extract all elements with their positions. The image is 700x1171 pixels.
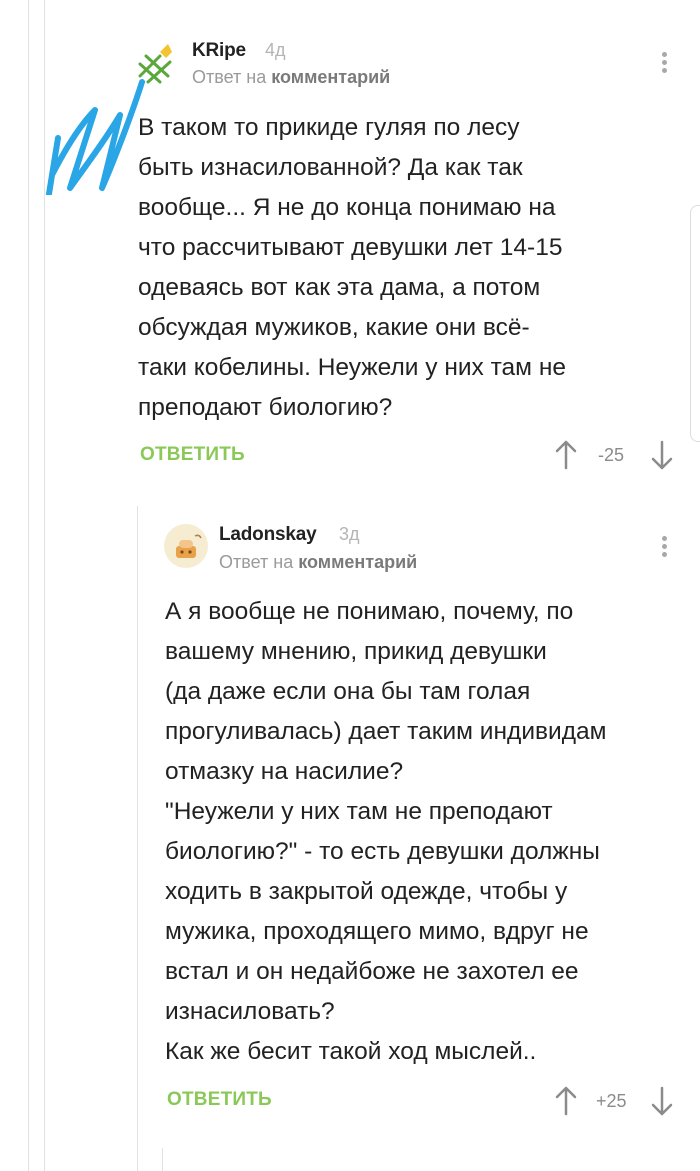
comment-author[interactable]: KRipe bbox=[192, 40, 246, 62]
reply-to-link[interactable]: комментарий bbox=[271, 67, 390, 87]
arrow-down-icon[interactable] bbox=[650, 440, 674, 470]
reply-to-link[interactable]: комментарий bbox=[298, 552, 417, 572]
avatar-ladonskay[interactable] bbox=[164, 524, 208, 568]
more-vertical-icon[interactable] bbox=[660, 536, 668, 560]
more-vertical-icon[interactable] bbox=[660, 52, 668, 76]
rating-value: -25 bbox=[598, 445, 625, 465]
reply-to-line: Ответ на комментарий bbox=[219, 552, 417, 573]
comment-age: 3д bbox=[339, 524, 360, 544]
reply-to-prefix: Ответ на bbox=[192, 67, 267, 87]
comment-kripe: KRipe 4д Ответ на комментарий В таком то… bbox=[0, 0, 700, 480]
reply-button[interactable]: ОТВЕТИТЬ bbox=[167, 1089, 272, 1111]
comment-ladonskay: Ladonskay 3д Ответ на комментарий А я во… bbox=[0, 500, 700, 1140]
arrow-up-icon[interactable] bbox=[554, 1086, 578, 1116]
reply-to-line: Ответ на комментарий bbox=[192, 67, 390, 88]
reply-to-prefix: Ответ на bbox=[219, 552, 294, 572]
arrow-down-icon[interactable] bbox=[650, 1086, 674, 1116]
comment-text: В таком то прикиде гуляя по лесу быть из… bbox=[138, 114, 566, 421]
reply-button[interactable]: ОТВЕТИТЬ bbox=[140, 444, 245, 466]
comment-author[interactable]: Ladonskay bbox=[219, 524, 317, 546]
comment-text: А я вообще не понимаю, почему, по вашему… bbox=[165, 598, 607, 1065]
rating-value: +25 bbox=[596, 1091, 627, 1111]
comment-age: 4д bbox=[265, 40, 286, 60]
arrow-up-icon[interactable] bbox=[554, 440, 578, 470]
handwritten-mark bbox=[45, 79, 145, 195]
thread-line-3 bbox=[162, 1148, 163, 1171]
